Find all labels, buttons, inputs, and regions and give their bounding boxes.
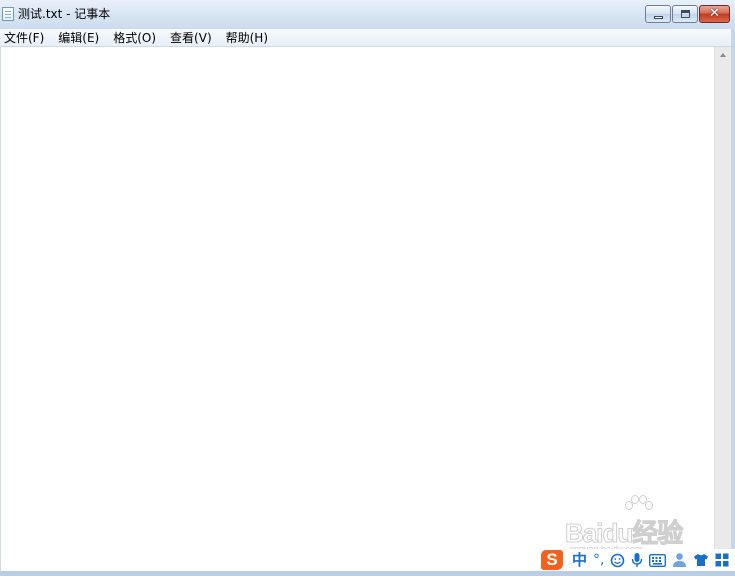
menu-view[interactable]: 查看(V) bbox=[168, 30, 214, 46]
menu-format[interactable]: 格式(O) bbox=[111, 30, 158, 46]
tshirt-icon[interactable] bbox=[693, 553, 709, 567]
microphone-icon[interactable] bbox=[631, 552, 643, 568]
minimize-icon bbox=[654, 16, 663, 19]
scroll-up-icon[interactable] bbox=[715, 47, 731, 64]
maximize-icon bbox=[681, 10, 690, 18]
menu-help[interactable]: 帮助(H) bbox=[224, 30, 270, 46]
close-icon: ✕ bbox=[709, 6, 720, 21]
minimize-button[interactable] bbox=[645, 5, 671, 23]
ime-mode-toggle[interactable]: 中 bbox=[572, 550, 587, 570]
window-bottom-border bbox=[0, 571, 735, 576]
close-button[interactable]: ✕ bbox=[699, 5, 730, 23]
text-editor-area[interactable] bbox=[0, 47, 714, 571]
menu-file[interactable]: 文件(F) bbox=[2, 30, 46, 46]
punctuation-toggle[interactable]: °, bbox=[593, 550, 604, 570]
notepad-icon[interactable] bbox=[2, 7, 14, 21]
keyboard-icon[interactable] bbox=[649, 553, 667, 567]
window-right-border bbox=[731, 29, 735, 576]
notepad-window: 测试.txt - 记事本 ✕ 文件(F) 编辑(E) 格式(O) 查看(V) 帮… bbox=[0, 0, 735, 576]
grid-icon[interactable] bbox=[715, 553, 729, 567]
menu-edit[interactable]: 编辑(E) bbox=[56, 30, 101, 46]
window-title: 测试.txt - 记事本 bbox=[18, 7, 111, 21]
caption-buttons: ✕ bbox=[645, 5, 730, 24]
ime-toolbar: S 中 °, bbox=[540, 549, 735, 571]
baidu-jingyan-watermark: Baidu经验 jingyan.baidu.com bbox=[564, 495, 705, 555]
vertical-scrollbar[interactable] bbox=[714, 47, 731, 571]
title-bar[interactable]: 测试.txt - 记事本 ✕ bbox=[0, 0, 735, 30]
sogou-logo-icon[interactable]: S bbox=[541, 550, 563, 570]
menu-bar: 文件(F) 编辑(E) 格式(O) 查看(V) 帮助(H) bbox=[0, 29, 735, 47]
maximize-button[interactable] bbox=[672, 5, 698, 23]
user-icon[interactable] bbox=[672, 552, 687, 568]
emoji-icon[interactable] bbox=[610, 553, 625, 568]
